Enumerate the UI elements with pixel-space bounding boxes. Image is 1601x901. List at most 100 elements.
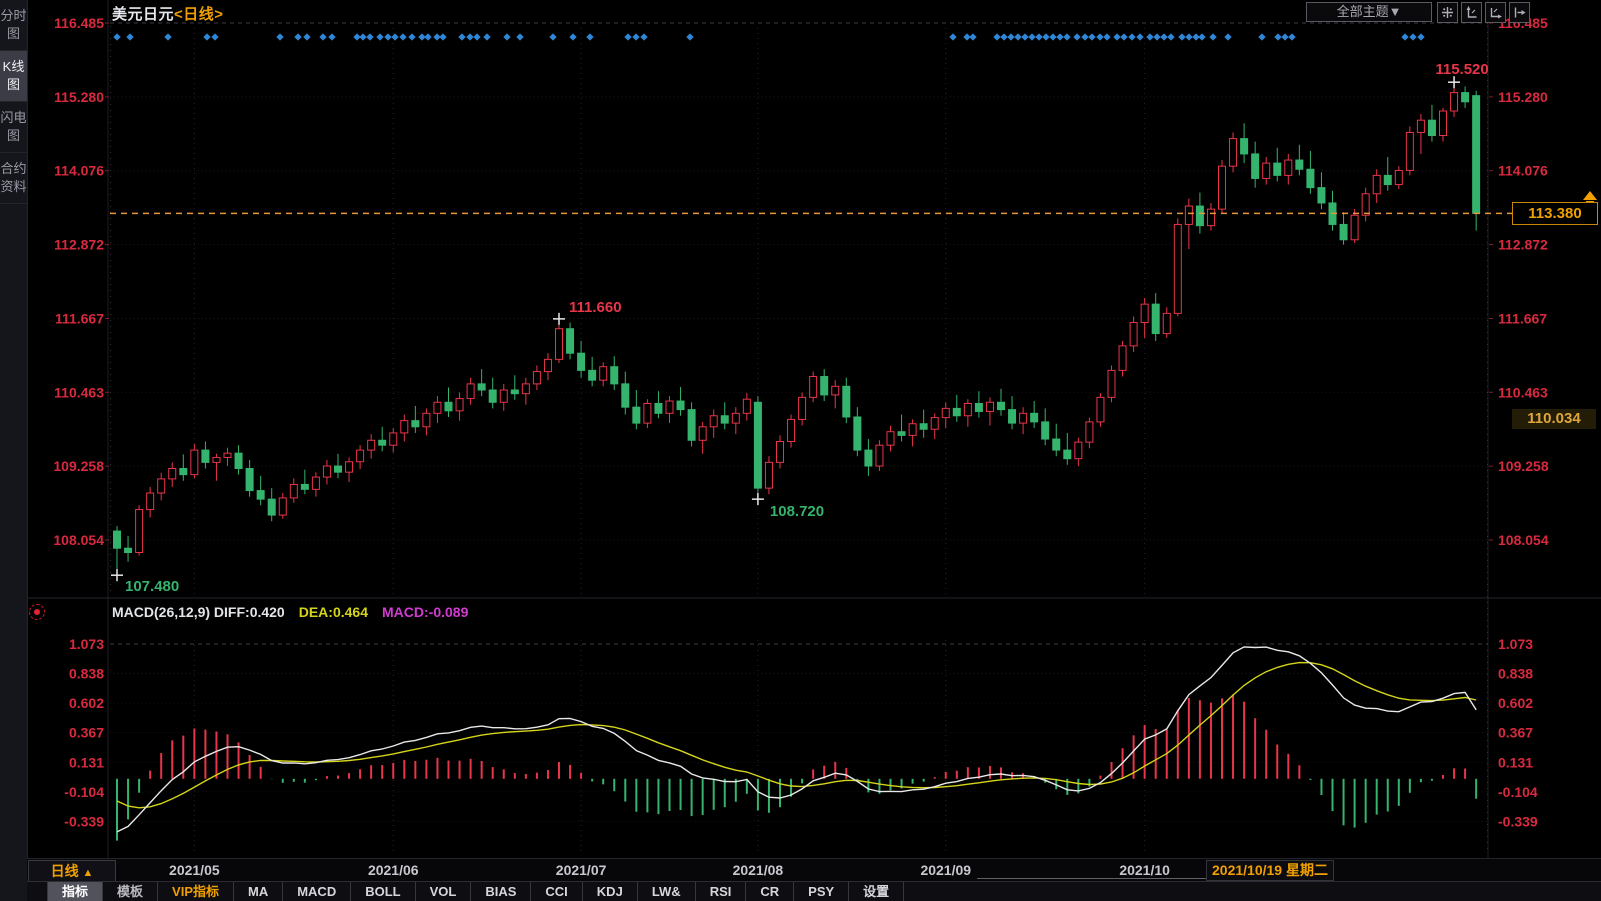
toolbar-item-3[interactable]: MA	[234, 882, 283, 901]
candle-body[interactable]	[301, 484, 308, 489]
pan-right-icon[interactable]	[1509, 2, 1530, 23]
toolbar-item-8[interactable]: CCI	[531, 882, 582, 901]
candle-body[interactable]	[1219, 166, 1226, 209]
candle-body[interactable]	[368, 440, 375, 450]
candle-body[interactable]	[975, 403, 982, 411]
candle-body[interactable]	[423, 413, 430, 426]
candle-body[interactable]	[931, 418, 938, 430]
candle-body[interactable]	[1263, 163, 1270, 178]
toolbar-item-14[interactable]: 设置	[849, 882, 904, 901]
candle-body[interactable]	[1384, 175, 1391, 184]
candle-body[interactable]	[1031, 413, 1038, 422]
toolbar-item-4[interactable]: MACD	[283, 882, 351, 901]
axis-scale-horizontal-icon[interactable]	[1485, 2, 1506, 23]
candle-body[interactable]	[268, 499, 275, 515]
sidebar-item-2[interactable]: 闪电图	[0, 102, 27, 153]
candle-body[interactable]	[335, 466, 342, 472]
toolbar-item-12[interactable]: CR	[746, 882, 794, 901]
candle-body[interactable]	[710, 416, 717, 427]
sidebar-item-1[interactable]: K线图	[0, 51, 27, 102]
candle-body[interactable]	[1042, 422, 1049, 439]
candle-body[interactable]	[1417, 120, 1424, 132]
toolbar-item-13[interactable]: PSY	[794, 882, 849, 901]
candle-body[interactable]	[147, 493, 154, 510]
candle-body[interactable]	[412, 421, 419, 427]
candle-body[interactable]	[456, 399, 463, 411]
candle-body[interactable]	[478, 384, 485, 390]
candle-body[interactable]	[511, 390, 518, 394]
chart-plot-area[interactable]	[27, 0, 1601, 858]
candle-body[interactable]	[169, 468, 176, 478]
candle-body[interactable]	[567, 329, 574, 354]
candle-body[interactable]	[312, 477, 319, 489]
candle-body[interactable]	[489, 390, 496, 402]
candle-body[interactable]	[953, 408, 960, 415]
candle-body[interactable]	[1086, 422, 1093, 442]
candle-body[interactable]	[246, 468, 253, 490]
candle-body[interactable]	[898, 432, 905, 436]
candle-body[interactable]	[1406, 132, 1413, 170]
candle-body[interactable]	[1395, 170, 1402, 184]
candle-body[interactable]	[1428, 120, 1435, 135]
candle-body[interactable]	[522, 384, 529, 394]
candle-body[interactable]	[843, 386, 850, 417]
candle-body[interactable]	[1230, 139, 1237, 167]
candle-body[interactable]	[1141, 304, 1148, 322]
sidebar-item-3[interactable]: 合约资料	[0, 153, 27, 204]
candle-body[interactable]	[114, 531, 121, 548]
candle-body[interactable]	[1064, 450, 1071, 459]
candle-body[interactable]	[777, 442, 784, 463]
axis-scale-vertical-icon[interactable]	[1461, 2, 1482, 23]
candle-body[interactable]	[699, 427, 706, 440]
candle-body[interactable]	[920, 424, 927, 430]
candle-body[interactable]	[600, 367, 607, 380]
candle-body[interactable]	[589, 370, 596, 380]
candle-body[interactable]	[743, 399, 750, 413]
candle-body[interactable]	[1053, 439, 1060, 450]
candle-body[interactable]	[666, 401, 673, 413]
candle-body[interactable]	[998, 402, 1005, 409]
candle-body[interactable]	[677, 401, 684, 410]
candle-body[interactable]	[1252, 154, 1259, 179]
candle-body[interactable]	[887, 432, 894, 445]
candle-body[interactable]	[235, 453, 242, 468]
candle-body[interactable]	[1152, 304, 1159, 333]
candle-body[interactable]	[799, 397, 806, 419]
candle-body[interactable]	[986, 402, 993, 411]
candle-body[interactable]	[1351, 215, 1358, 240]
candle-body[interactable]	[765, 462, 772, 488]
candle-body[interactable]	[865, 450, 872, 466]
candle-body[interactable]	[1130, 323, 1137, 346]
visible-range-indicator[interactable]	[977, 878, 1207, 879]
candle-body[interactable]	[1451, 93, 1458, 111]
candle-body[interactable]	[1285, 160, 1292, 175]
candle-body[interactable]	[257, 491, 264, 500]
toolbar-item-9[interactable]: KDJ	[583, 882, 638, 901]
candle-body[interactable]	[788, 419, 795, 441]
candle-body[interactable]	[1362, 194, 1369, 215]
candle-body[interactable]	[390, 433, 397, 445]
candle-body[interactable]	[1009, 410, 1016, 423]
candle-body[interactable]	[467, 384, 474, 399]
candle-body[interactable]	[1373, 175, 1380, 193]
candle-body[interactable]	[832, 386, 839, 395]
candle-body[interactable]	[854, 417, 861, 450]
candle-body[interactable]	[1274, 163, 1281, 175]
candle-body[interactable]	[611, 367, 618, 384]
candle-body[interactable]	[1340, 224, 1347, 239]
toolbar-item-10[interactable]: LW&	[638, 882, 696, 901]
toolbar-item-7[interactable]: BIAS	[471, 882, 531, 901]
candle-body[interactable]	[125, 548, 132, 552]
indicator-alert-icon[interactable]	[29, 604, 45, 620]
candle-body[interactable]	[180, 468, 187, 474]
candle-body[interactable]	[732, 413, 739, 423]
sidebar-item-0[interactable]: 分时图	[0, 0, 27, 51]
candle-body[interactable]	[533, 372, 540, 384]
candle-body[interactable]	[1318, 188, 1325, 203]
candle-body[interactable]	[754, 402, 761, 488]
candle-body[interactable]	[445, 402, 452, 411]
candle-body[interactable]	[1174, 224, 1181, 313]
candle-body[interactable]	[1296, 160, 1303, 169]
candle-body[interactable]	[876, 445, 883, 466]
crosshair-icon[interactable]	[1437, 2, 1458, 23]
